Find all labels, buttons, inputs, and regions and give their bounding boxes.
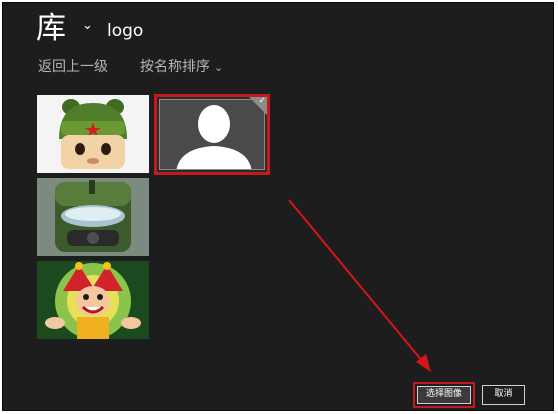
library-title: 库 <box>36 11 66 46</box>
pilot-helmet-icon <box>37 178 149 256</box>
sort-dropdown[interactable]: 按名称排序 ⌄ <box>140 57 223 78</box>
jester-clown-icon <box>37 261 149 339</box>
select-image-button-highlight[interactable]: 选择图像 <box>413 382 475 408</box>
folder-name: logo <box>107 21 144 41</box>
chevron-down-icon[interactable]: ⌄ <box>82 16 93 36</box>
cancel-button[interactable]: 取消 <box>482 385 525 405</box>
select-image-button[interactable]: 选择图像 <box>417 386 471 404</box>
file-thumbnail-pilot[interactable] <box>37 178 149 256</box>
soldier-bunny-icon <box>37 95 149 173</box>
file-thumbnail-avatar-selected[interactable]: ✓ <box>154 94 270 175</box>
file-thumbnail-jester[interactable] <box>37 261 149 339</box>
go-up-level-link[interactable]: 返回上一级 <box>38 57 108 77</box>
sort-label: 按名称排序 <box>140 59 210 75</box>
check-icon: ✓ <box>258 96 266 106</box>
chevron-down-icon: ⌄ <box>214 61 224 74</box>
file-thumbnail-soldier[interactable] <box>37 95 149 173</box>
file-picker-screen: 库 ⌄ logo 返回上一级 按名称排序 ⌄ ✓ 选择图像 取消 <box>2 2 554 411</box>
